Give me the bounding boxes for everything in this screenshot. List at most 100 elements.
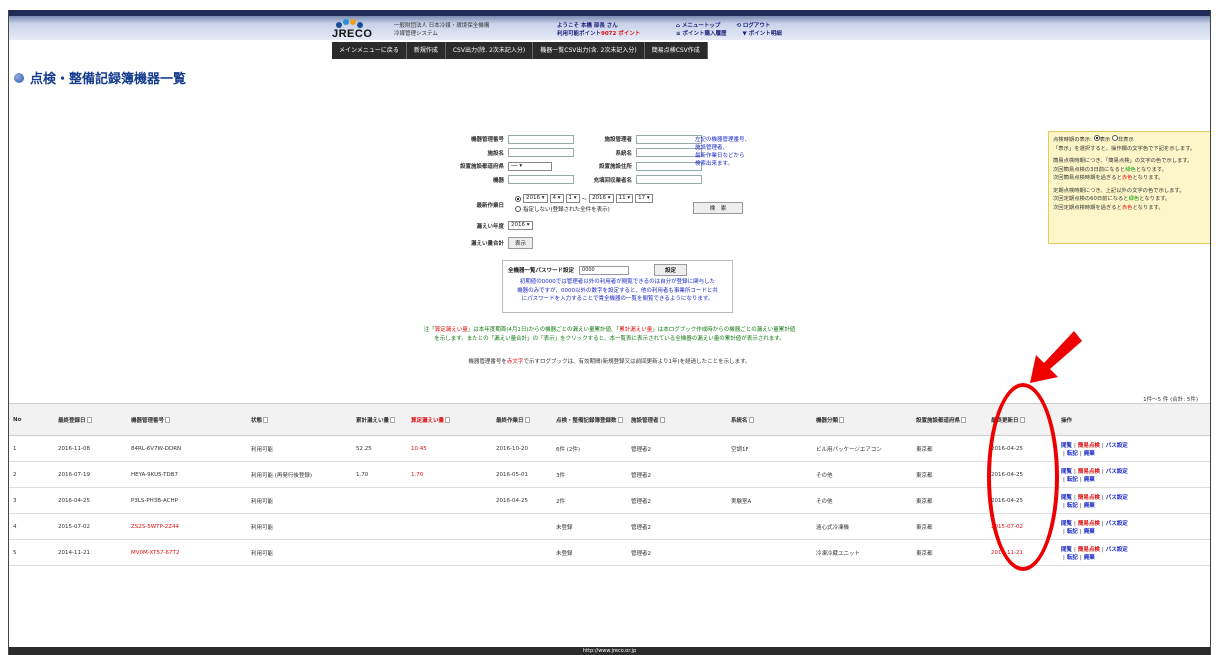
col-pref[interactable]: 設置施設都道府県 [912,403,987,436]
menu-csv[interactable]: CSV出力(除. 2次未記入分) [445,42,534,59]
sort-icon[interactable] [263,417,269,423]
no-spec-radio[interactable] [515,206,521,212]
transfer-link[interactable]: 転記 [1067,555,1078,561]
link-top[interactable]: ⌂ メニュートップ [676,23,728,29]
legend-l8c: となります。 [1132,204,1164,211]
col-last-work[interactable]: 最終作業日 [492,403,552,436]
discard-link[interactable]: 廃棄 [1084,529,1095,535]
table-cell: 利用可能 [247,435,352,462]
notice-n1d: 累計漏えい量 [619,327,653,333]
sort-icon[interactable] [617,417,623,423]
menu-csv-all[interactable]: 機器一覧CSV出力(含. 2次未記入分) [533,42,645,59]
table-cell [407,539,492,566]
col-category[interactable]: 機器分類 [812,403,912,436]
welcome-user: ようこそ 本橋 部長 さん [557,23,618,29]
discard-link[interactable]: 廃棄 [1084,555,1095,561]
address-label: 設置施設住所 [598,164,632,170]
facility-name-input[interactable] [508,148,574,157]
col-cumulative-leak[interactable]: 累計漏えい量 [352,403,407,436]
date-range-radio[interactable] [515,195,521,202]
pref-select[interactable]: ── ▾ [508,161,552,171]
view-link[interactable]: 閲覧 [1061,521,1072,527]
system-name-input[interactable] [636,148,702,157]
day-to-select[interactable]: 17 ▾ [635,194,653,203]
highlight-oval [987,383,1059,571]
simple-inspection-link[interactable]: 簡易点検 [1078,521,1100,527]
link-point-use[interactable]: ▼ ポイント明細 [743,31,790,37]
search-note-3: 最新作業日などから [695,153,745,159]
simple-inspection-link[interactable]: 簡易点検 [1078,495,1100,501]
search-button[interactable]: 検 索 [693,202,743,214]
view-link[interactable]: 閲覧 [1061,469,1072,475]
link-logout[interactable]: ⟲ ログアウト [736,23,778,29]
pref-label: 設置施設都道府県 [459,164,504,170]
discard-link[interactable]: 廃棄 [1084,451,1095,457]
year-to-select[interactable]: 2016 ▾ [589,194,614,203]
password-input[interactable]: 0000 [579,265,630,275]
simple-inspection-link[interactable]: 簡易点検 [1078,469,1100,475]
view-link[interactable]: 閲覧 [1061,495,1072,501]
table-cell: 利用可能 (再発行後登録) [247,461,352,488]
ops-separator: | [1074,468,1076,475]
sort-icon[interactable] [445,417,451,423]
sort-icon[interactable] [524,417,530,423]
mgmt-no-input[interactable] [508,134,574,144]
sort-icon[interactable] [839,417,845,423]
table-cell [352,513,407,540]
table-cell: 3件 [552,461,627,488]
password-set-button[interactable]: 設定 [654,264,688,276]
table-cell [407,513,492,540]
password-setting-link[interactable]: パス設定 [1106,469,1128,475]
col-status[interactable]: 状態 [247,403,352,436]
password-setting-link[interactable]: パス設定 [1106,443,1128,449]
password-setting-link[interactable]: パス設定 [1106,521,1128,527]
leak-total-show-button[interactable]: 表示 [508,237,534,249]
notice-n1b: 算定漏えい量 [434,327,468,333]
discard-link[interactable]: 廃棄 [1084,477,1095,483]
leak-year-select[interactable]: 2016 ▾ [508,221,533,230]
password-setting-link[interactable]: パス設定 [1106,547,1128,553]
month-to-select[interactable]: 11 ▾ [615,194,634,203]
col-record-count[interactable]: 点検・整備記録簿登録数 [552,403,627,436]
legend-l1: 点検時期の表示: [1053,137,1092,143]
menu-back[interactable]: メインメニューに戻る [332,42,407,59]
year-from-select[interactable]: 2016 ▾ [523,194,548,203]
table-cell: 管理者2 [627,487,727,514]
transfer-link[interactable]: 転記 [1067,529,1078,535]
month-from-select[interactable]: 4 ▾ [549,194,564,203]
discard-link[interactable]: 廃棄 [1084,503,1095,509]
simple-inspection-link[interactable]: 簡易点検 [1078,443,1100,449]
model-input[interactable] [508,175,574,184]
menu-new[interactable]: 新規作成 [406,42,446,59]
sort-icon[interactable] [961,417,967,423]
col-facility-mgr[interactable]: 施設管理者 [627,403,727,436]
org-line1: 一般財団法人 日本冷媒・環境保全機構 [394,23,490,29]
col-system[interactable]: 系統名 [727,403,812,436]
day-from-select[interactable]: 1 ▾ [565,194,580,203]
transfer-link[interactable]: 転記 [1067,477,1078,483]
table-cell [727,539,812,566]
jreco-logo[interactable]: JRECO [332,19,392,40]
link-points[interactable]: ≡ ポイント購入履歴 [676,31,735,37]
sort-icon[interactable] [86,417,92,423]
sort-icon[interactable] [659,417,665,423]
sort-icon[interactable] [390,417,396,423]
sort-icon[interactable] [748,417,754,423]
ops-separator: | [1074,546,1076,553]
col-no: No [9,403,54,436]
sort-icon[interactable] [165,417,171,423]
link-point-use-label: ポイント明細 [748,31,782,37]
password-setting-link[interactable]: パス設定 [1106,495,1128,501]
view-link[interactable]: 閲覧 [1061,443,1072,449]
transfer-link[interactable]: 転記 [1067,503,1078,509]
view-link[interactable]: 閲覧 [1061,547,1072,553]
facility-mgr-input[interactable] [636,134,702,144]
vendor-input[interactable] [636,175,702,184]
col-mgmt-no[interactable]: 機器管理番号 [127,403,247,436]
col-calc-leak[interactable]: 算定漏えい量 [407,403,492,436]
col-last-registered[interactable]: 最終登録日 [54,403,127,436]
address-input[interactable] [636,161,702,171]
simple-inspection-link[interactable]: 簡易点検 [1078,547,1100,553]
menu-simple-csv[interactable]: 簡易点検CSV作成 [644,42,708,59]
transfer-link[interactable]: 転記 [1067,451,1078,457]
